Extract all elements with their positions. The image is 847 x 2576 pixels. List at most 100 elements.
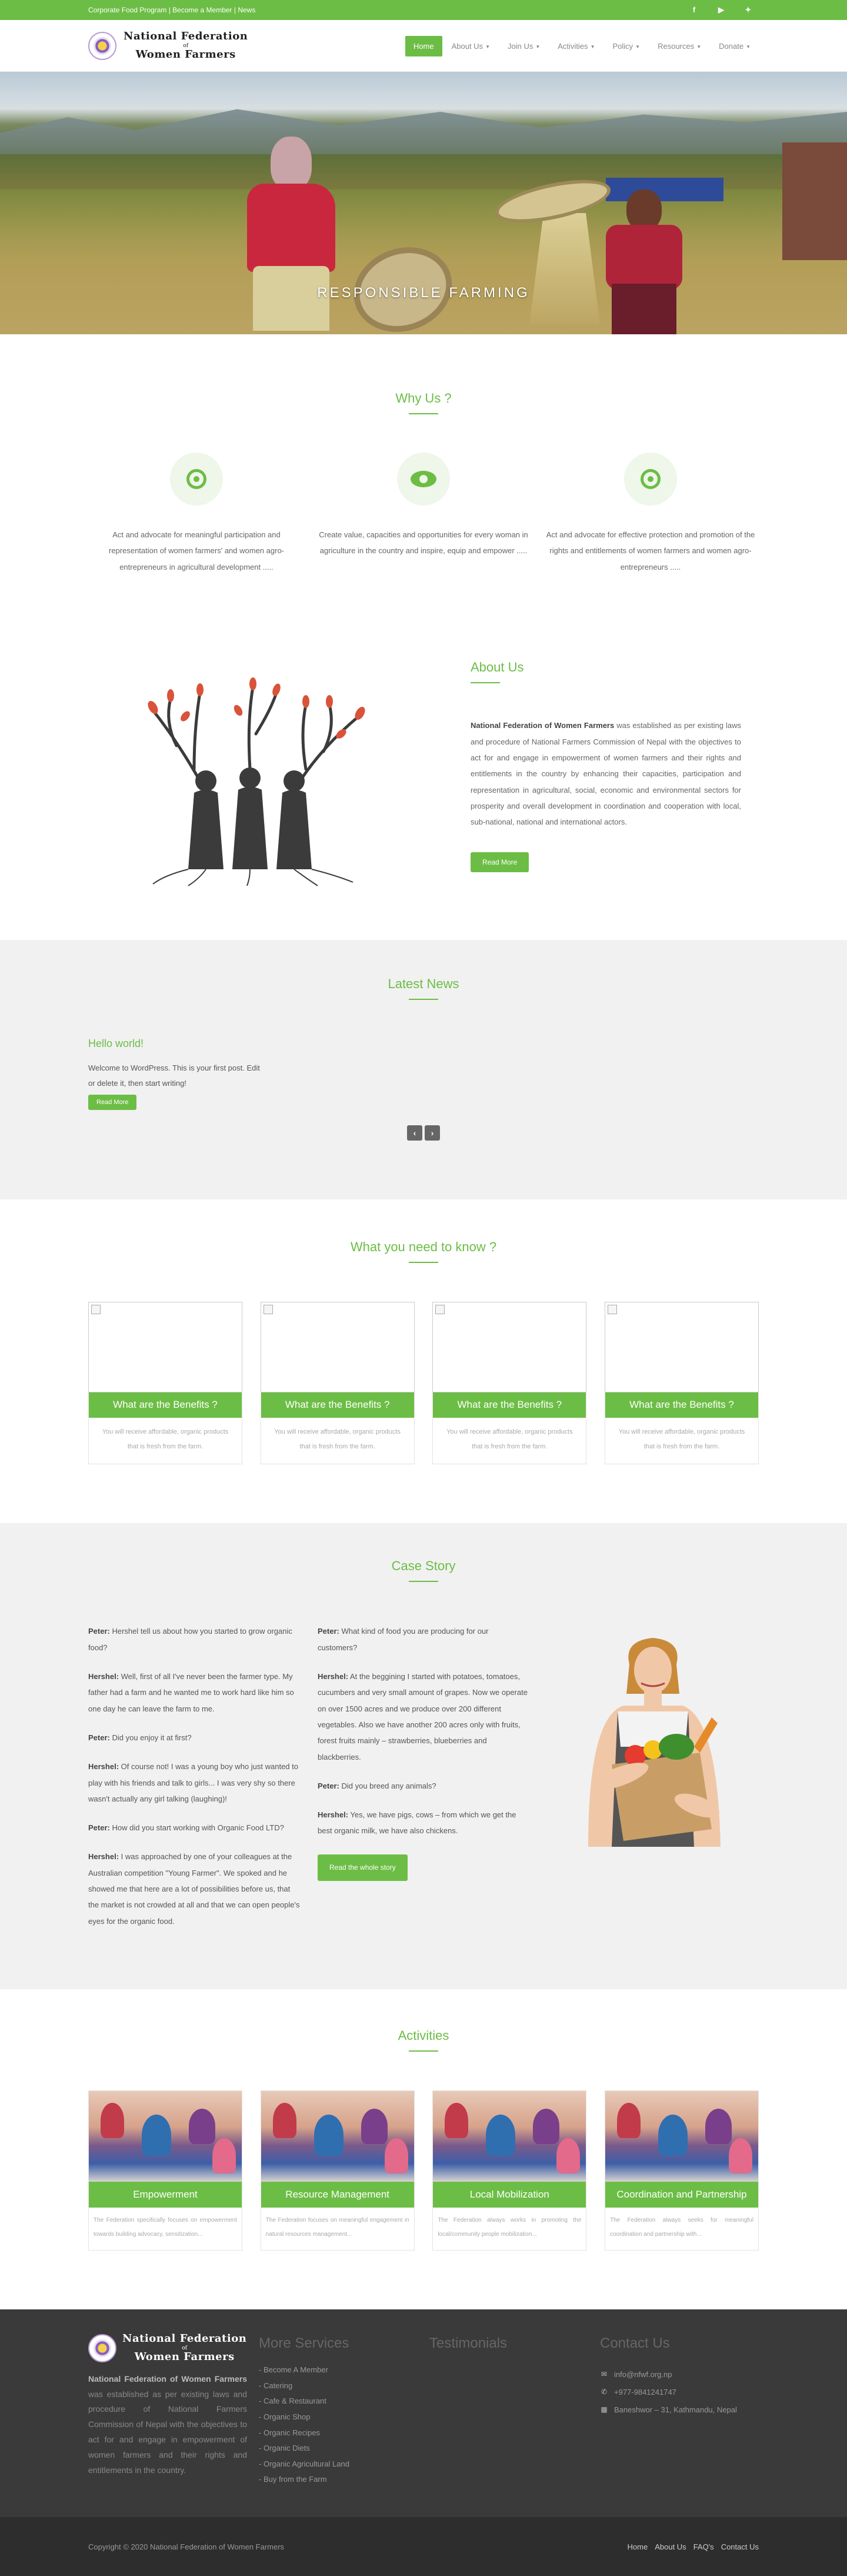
service-link[interactable]: Cafe & Restaurant	[259, 2394, 418, 2409]
brand-line-3: Women Farmers	[135, 48, 236, 61]
title-divider	[409, 1261, 438, 1263]
org-name: National Federation of Women Farmers	[471, 721, 615, 730]
eye-icon	[397, 453, 450, 506]
read-story-button[interactable]: Read the whole story	[318, 1854, 408, 1881]
bottom-link-faq[interactable]: FAQ's	[693, 2542, 714, 2551]
hero-farmer-right	[594, 190, 694, 334]
service-link[interactable]: Catering	[259, 2378, 418, 2394]
why-item-text: Act and advocate for meaningful particip…	[108, 530, 285, 571]
logo-emblem-icon	[88, 2334, 116, 2362]
site-logo[interactable]: National Federation of Women Farmers	[88, 30, 248, 61]
contact-list: ✉ info@nfwf.org.np ✆ +977-9841241747 ▦ Bane…	[600, 2366, 759, 2419]
service-link[interactable]: Buy from the Farm	[259, 2472, 418, 2488]
interview-text: Hershel tell us about how you started to…	[88, 1627, 292, 1652]
nav-home[interactable]: Home	[405, 35, 442, 56]
speaker: Peter:	[88, 1733, 110, 1742]
news-post-excerpt: Welcome to WordPress. This is your first…	[88, 1063, 260, 1088]
title-divider	[409, 2050, 438, 2052]
footer-services-column: More Services Become A Member Catering C…	[259, 2333, 418, 2488]
footer-about-text: National Federation of Women Farmers was…	[88, 2372, 247, 2478]
caret-down-icon: ▼	[696, 44, 702, 49]
contact-email[interactable]: ✉ info@nfwf.org.np	[600, 2366, 759, 2384]
hero-banner: RESPONSIBLE FARMING	[0, 72, 847, 334]
nav-label: About Us	[451, 41, 483, 51]
bottom-link-home[interactable]: Home	[628, 2542, 648, 2551]
service-link[interactable]: Organic Agricultural Land	[259, 2457, 418, 2472]
interview-line: Hershel: Of course not! I was a young bo…	[88, 1759, 300, 1807]
footer-heading: Testimonials	[429, 2335, 508, 2351]
facebook-icon[interactable]: f	[689, 5, 699, 15]
know-card[interactable]: What are the Benefits ? You will receive…	[260, 1301, 415, 1465]
site-footer: National Federation of Women Farmers Nat…	[0, 2309, 847, 2518]
interview-text: At the beggining I started with potatoes…	[318, 1672, 528, 1761]
interview-line: Hershel: Yes, we have pigs, cows – from …	[318, 1807, 529, 1839]
youtube-icon[interactable]: ▶	[716, 5, 726, 15]
activity-photo	[261, 2090, 414, 2182]
know-card-text: You will receive affordable, organic pro…	[102, 1428, 229, 1451]
activity-card[interactable]: Empowerment The Federation specifically …	[88, 2090, 242, 2251]
why-us-section: Why Us ? Act and advocate for meaningful…	[0, 334, 847, 622]
interview-line: Peter: Hershel tell us about how you sta…	[88, 1623, 300, 1656]
interview-text: Did you breed any animals?	[339, 1781, 436, 1790]
nav-resources[interactable]: Resources ▼	[649, 36, 709, 56]
nav-activities[interactable]: Activities ▼	[549, 36, 603, 56]
read-more-button[interactable]: Read More	[471, 852, 529, 873]
caret-down-icon: ▼	[590, 44, 595, 49]
service-link[interactable]: Organic Diets	[259, 2441, 418, 2457]
contact-text: Baneshwor – 31, Kathmandu, Nepal	[614, 2405, 737, 2414]
activity-text: The Federation specifically focuses on e…	[94, 2216, 237, 2238]
activity-card[interactable]: Coordination and Partnership The Federat…	[604, 2090, 759, 2251]
bottom-link-contact[interactable]: Contact Us	[721, 2542, 759, 2551]
know-card-heading: What are the Benefits ?	[89, 1391, 242, 1418]
chevron-right-icon[interactable]: ›	[425, 1125, 440, 1141]
about-text: National Federation of Women Farmers was…	[471, 717, 741, 830]
activity-text: The Federation focuses on meaningful eng…	[265, 2216, 409, 2238]
know-card[interactable]: What are the Benefits ? You will receive…	[432, 1301, 587, 1465]
interview-text: How did you start working with Organic F…	[109, 1823, 284, 1833]
nav-join-us[interactable]: Join Us ▼	[499, 36, 548, 56]
women-tree-illustration	[129, 646, 371, 887]
brand-name: National Federation of Women Farmers	[124, 30, 248, 61]
interview-line: Peter: Did you breed any animals?	[318, 1778, 529, 1794]
news-read-more-button[interactable]: Read More	[88, 1094, 137, 1110]
footer-heading: More Services	[259, 2335, 349, 2351]
speaker: Hershel:	[318, 1810, 349, 1820]
caret-down-icon: ▼	[485, 44, 490, 49]
nav-donate[interactable]: Donate ▼	[711, 36, 759, 56]
hero-caption: RESPONSIBLE FARMING	[317, 285, 530, 301]
service-link[interactable]: Organic Shop	[259, 2409, 418, 2425]
broken-image-icon	[88, 1301, 242, 1392]
nav-policy[interactable]: Policy ▼	[604, 36, 648, 56]
main-nav: Home About Us ▼ Join Us ▼ Activities ▼ Poli…	[405, 35, 759, 56]
contact-phone[interactable]: ✆ +977-9841241747	[600, 2384, 759, 2401]
section-title: What you need to know ?	[350, 1239, 497, 1254]
nav-about-us[interactable]: About Us ▼	[443, 36, 498, 56]
footer-about-body: was established as per existing laws and…	[88, 2389, 247, 2475]
news-post-title[interactable]: Hello world!	[88, 1038, 759, 1050]
bottom-link-about[interactable]: About Us	[655, 2542, 686, 2551]
section-title: Latest News	[388, 976, 459, 991]
know-card[interactable]: What are the Benefits ? You will receive…	[604, 1301, 759, 1465]
service-link[interactable]: Become A Member	[259, 2362, 418, 2378]
service-link[interactable]: Organic Recipes	[259, 2425, 418, 2441]
know-card-text: You will receive affordable, organic pro…	[446, 1428, 573, 1451]
top-links[interactable]: Corporate Food Program | Become a Member…	[88, 6, 255, 14]
news-carousel-nav: ‹ ›	[88, 1125, 759, 1141]
interview-line: Peter: Did you enjoy it at first?	[88, 1730, 300, 1746]
activity-photo	[89, 2090, 242, 2182]
interview-line: Hershel: At the beggining I started with…	[318, 1668, 529, 1765]
activity-photo	[433, 2090, 586, 2182]
twitter-icon[interactable]: ✦	[743, 5, 753, 15]
about-title: About Us	[471, 660, 524, 675]
bottom-nav: Home About Us FAQ's Contact Us	[628, 2542, 759, 2551]
about-section: About Us National Federation of Women Fa…	[0, 622, 847, 940]
footer-logo[interactable]: National Federation of Women Farmers	[88, 2332, 247, 2364]
know-card[interactable]: What are the Benefits ? You will receive…	[88, 1301, 242, 1465]
activity-card[interactable]: Local Mobilization The Federation always…	[432, 2090, 587, 2251]
chevron-left-icon[interactable]: ‹	[407, 1125, 422, 1141]
why-item: Act and advocate for effective protectio…	[545, 453, 756, 575]
activities-section: Activities Empowerment The Federation sp…	[0, 1989, 847, 2309]
activity-card[interactable]: Resource Management The Federation focus…	[260, 2090, 415, 2251]
why-item-text: Create value, capacities and opportuniti…	[319, 530, 528, 556]
nav-label: Policy	[612, 41, 633, 51]
